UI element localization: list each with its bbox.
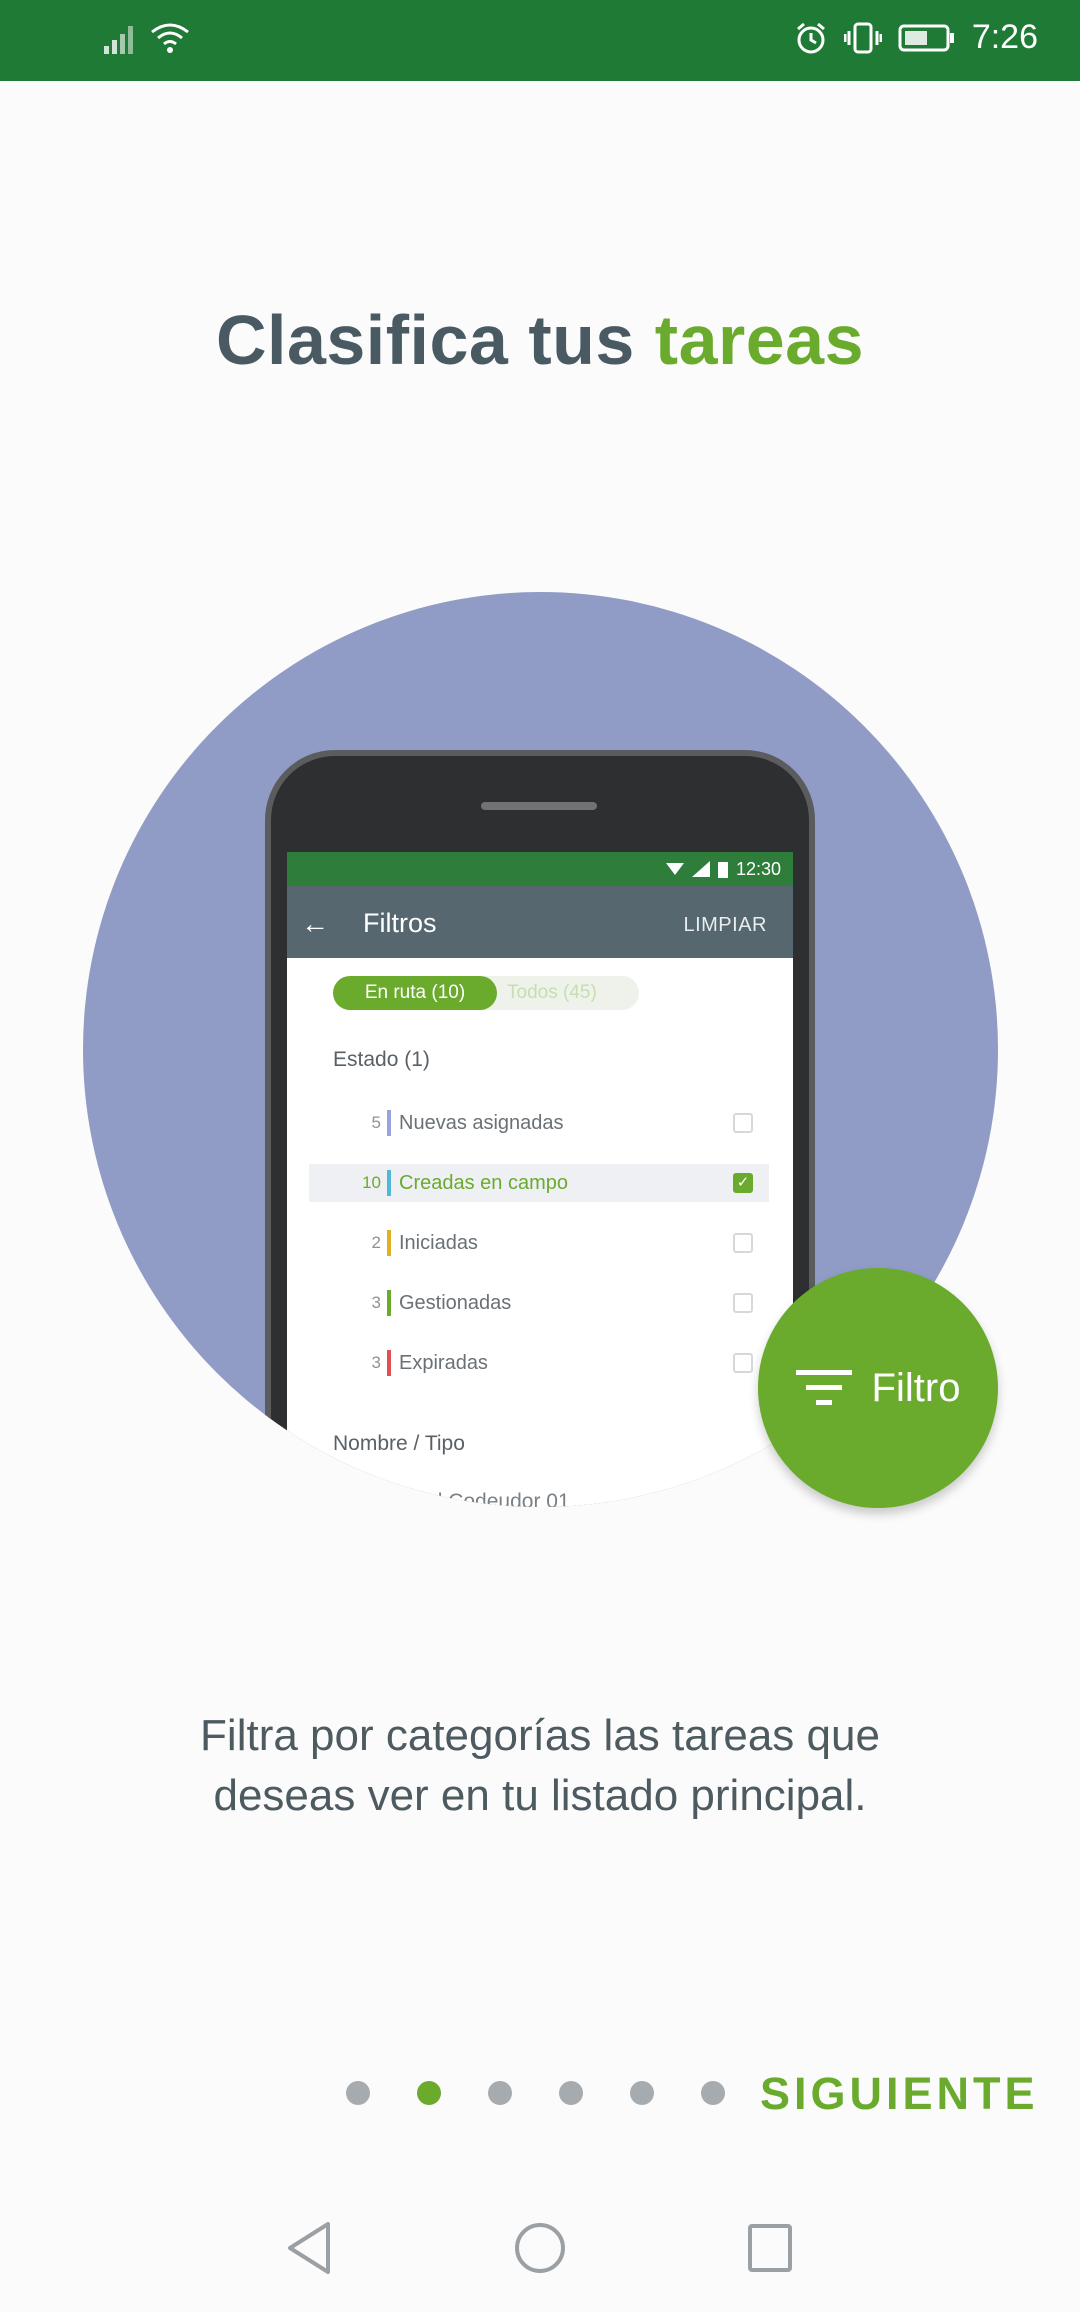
page-indicator [346,2081,725,2105]
phone-row-count: 3 [371,1293,381,1312]
alarm-icon [796,22,825,53]
phone-chip-group: En ruta (10) Todos (45) [333,976,639,1010]
phone-row-checkbox [733,1353,753,1373]
filter-fab-label: Filtro [871,1365,961,1410]
phone-row-checkbox [733,1293,753,1313]
signal-icon [104,26,133,54]
phone-row-count: 10 [362,1173,381,1192]
phone-row-color-bar [387,1230,391,1256]
page-dot[interactable] [701,2081,725,2105]
phone-row-label: Gestionadas [399,1291,512,1314]
phone-chip-inactive: Todos (45) [507,982,597,1003]
next-button[interactable]: SIGUIENTE [760,2068,1039,2120]
phone-row-label: Nuevas asignadas [399,1111,564,1134]
phone-row-label: Creadas en campo [399,1171,568,1194]
phone-row-color-bar [387,1350,391,1376]
phone-filter-sheet: En ruta (10) Todos (45) Estado (1) 5 Nue… [287,958,793,1507]
phone-row-label: Iniciadas [399,1231,478,1254]
phone-row-count: 5 [371,1113,381,1132]
description-line-1: Filtra por categorías las tareas que [200,1711,880,1760]
page-dot[interactable] [346,2081,370,2105]
phone-cut-text: Solicitud Codeudor 01 [363,1490,570,1507]
wifi-icon [151,23,189,53]
phone-toolbar: ← Filtros LIMPIAR [287,886,793,958]
phone-filter-row: 5 Nuevas asignadas [309,1104,769,1142]
filter-icon [795,1370,852,1405]
phone-signal-icon [691,861,710,877]
status-left [104,22,190,54]
phone-wifi-icon [665,863,684,875]
status-bar: 7:26 [0,0,1080,81]
phone-toolbar-action: LIMPIAR [683,914,767,936]
phone-row-count: 2 [371,1233,381,1252]
phone-battery-icon [717,862,728,878]
title-main: Clasifica tus [215,301,655,379]
phone-speaker [481,802,597,810]
page-dot-active[interactable] [417,2081,441,2105]
filter-fab[interactable]: Filtro [758,1268,998,1508]
phone-row-color-bar [387,1110,391,1136]
phone-time: 12:30 [735,858,781,879]
status-time: 7:26 [971,18,1038,56]
phone-screen: 12:30 ← Filtros LIMPIAR En ruta (10) Tod… [287,852,793,1507]
phone-row-count: 3 [371,1353,381,1372]
phone-toolbar-title: Filtros [363,908,437,938]
phone-row-label: Expiradas [399,1351,488,1374]
phone-chip-active: En ruta (10) [333,976,497,1010]
phone-filter-row: 3 Gestionadas [309,1284,769,1322]
phone-filter-row: 10 Creadas en campo ✓ [309,1164,769,1202]
phone-mockup: 12:30 ← Filtros LIMPIAR En ruta (10) Tod… [265,750,815,1507]
description-line-2: deseas ver en tu listado principal. [213,1771,867,1820]
phone-row-checkbox [733,1233,753,1253]
battery-icon [898,24,954,51]
phone-filter-row: 3 Expiradas [309,1344,769,1382]
vibrate-icon [843,22,882,53]
status-right: 7:26 [794,18,1038,57]
phone-filter-row: 2 Iniciadas [309,1224,769,1262]
home-icon[interactable] [513,2220,567,2276]
phone-status-bar: 12:30 [287,852,793,886]
back-icon[interactable] [284,2220,334,2276]
description: Filtra por categorías las tareas que des… [120,1706,960,1826]
title-accent: tareas [654,301,865,379]
page-dot[interactable] [559,2081,583,2105]
page-dot[interactable] [488,2081,512,2105]
phone-row-checkbox [733,1113,753,1133]
phone-row-color-bar [387,1170,391,1196]
navigation-bar [0,2220,1080,2282]
phone-row-color-bar [387,1290,391,1316]
phone-back-arrow-icon: ← [301,908,329,939]
page-dot[interactable] [630,2081,654,2105]
phone-section-estado: Estado (1) [333,1048,430,1071]
page-title: Clasifica tus tareas [0,300,1080,380]
phone-section-nombre: Nombre / Tipo [333,1432,465,1455]
phone-row-checkbox-checked: ✓ [733,1173,753,1193]
recents-icon[interactable] [746,2220,794,2276]
